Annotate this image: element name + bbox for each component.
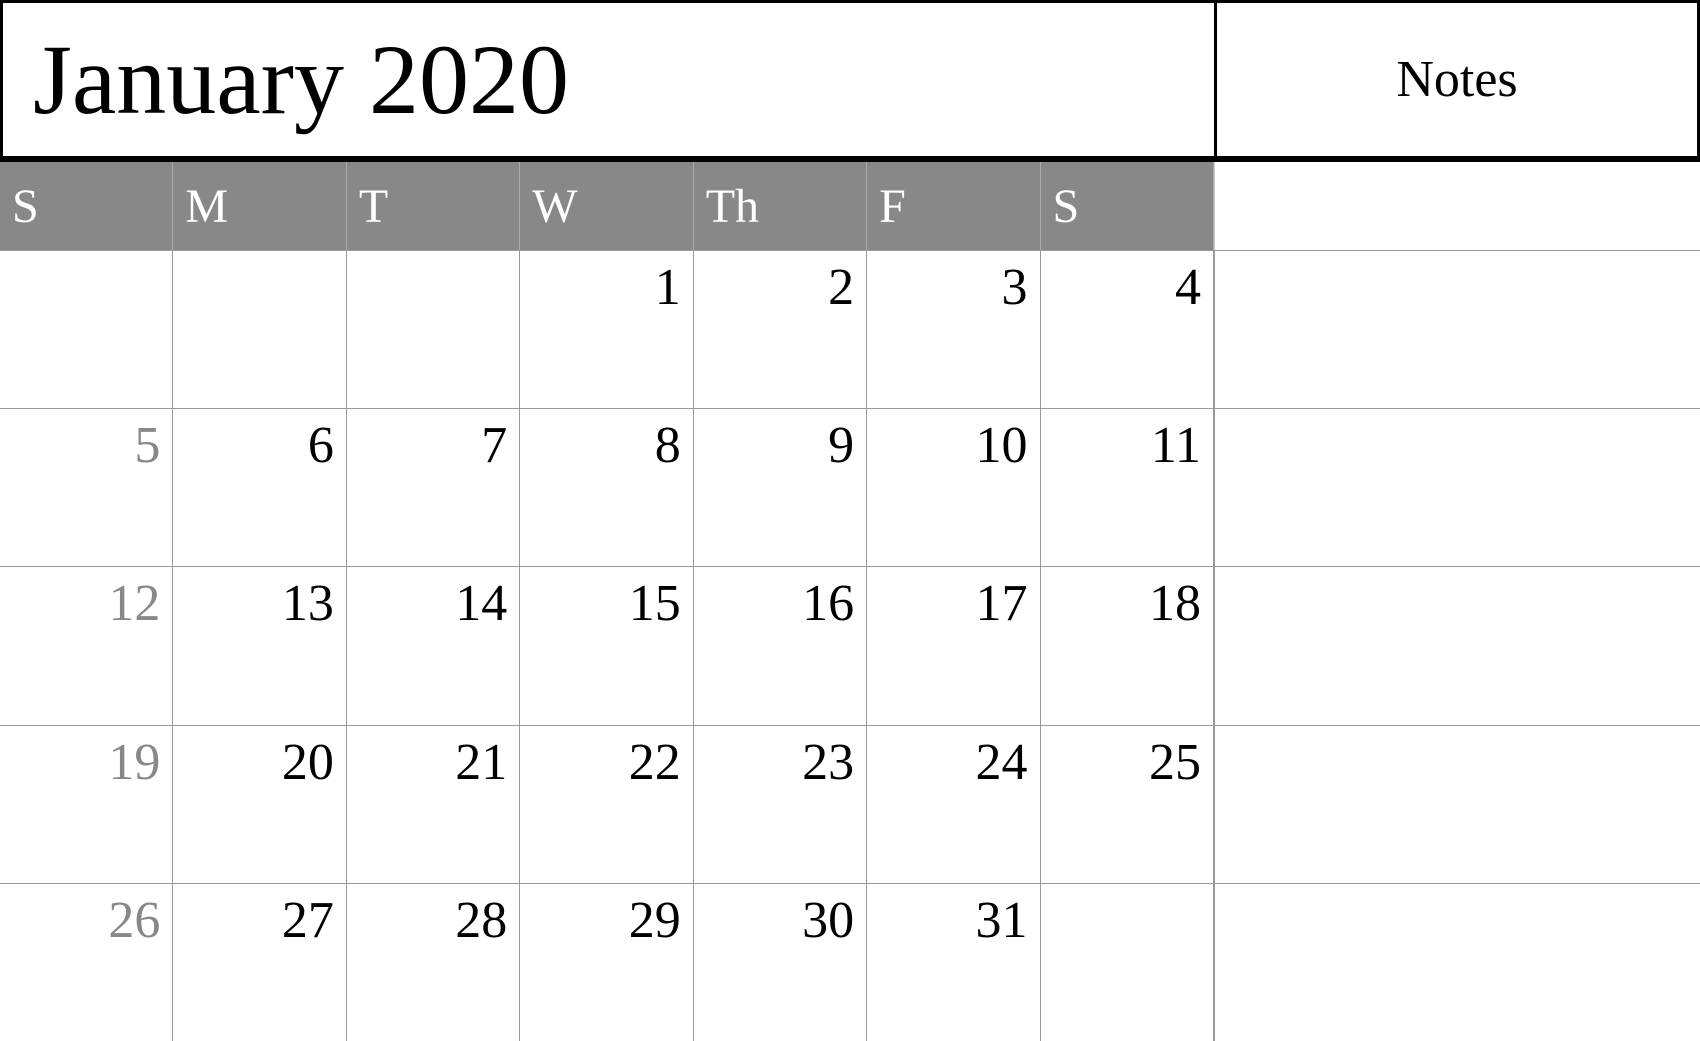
- day-number: 21: [455, 734, 507, 791]
- day-cell-w3-d4[interactable]: 15: [520, 567, 693, 724]
- day-number: 24: [976, 734, 1028, 791]
- day-number: 11: [1151, 417, 1201, 474]
- day-cell-w1-d7[interactable]: 4: [1041, 251, 1214, 408]
- month-title-cell: January 2020: [0, 0, 1214, 159]
- day-cell-w1-d6[interactable]: 3: [867, 251, 1040, 408]
- week-row-5: 26 27 28 29 30 31: [0, 883, 1700, 1041]
- day-cell-w5-d5[interactable]: 30: [694, 884, 867, 1041]
- day-number: 26: [108, 892, 160, 949]
- day-cell-w4-d7[interactable]: 25: [1041, 726, 1214, 883]
- day-cell-w2-d5[interactable]: 9: [694, 409, 867, 566]
- day-number: 28: [455, 892, 507, 949]
- day-cell-w4-d5[interactable]: 23: [694, 726, 867, 883]
- day-header-sat: S: [1041, 162, 1214, 250]
- day-cell-w4-d2[interactable]: 20: [173, 726, 346, 883]
- day-cell-w1-d4[interactable]: 1: [520, 251, 693, 408]
- day-cell-w5-d4[interactable]: 29: [520, 884, 693, 1041]
- day-cell-w4-d1[interactable]: 19: [0, 726, 173, 883]
- day-cell-w3-d1[interactable]: 12: [0, 567, 173, 724]
- day-header-thu: Th: [694, 162, 867, 250]
- day-number: 31: [976, 892, 1028, 949]
- week-row-3: 12 13 14 15 16 17 18: [0, 566, 1700, 724]
- day-number: 14: [455, 575, 507, 632]
- day-number: 1: [655, 259, 681, 316]
- day-number: 15: [629, 575, 681, 632]
- day-number: 25: [1149, 734, 1201, 791]
- day-cell-w5-d6[interactable]: 31: [867, 884, 1040, 1041]
- day-number: 27: [282, 892, 334, 949]
- day-number: 19: [108, 734, 160, 791]
- week-row-4: 19 20 21 22 23 24 25: [0, 725, 1700, 883]
- day-cell-w5-d1[interactable]: 26: [0, 884, 173, 1041]
- day-number: 20: [282, 734, 334, 791]
- day-number: 17: [976, 575, 1028, 632]
- notes-header-spacer: [1214, 162, 1700, 250]
- day-cell-w3-d2[interactable]: 13: [173, 567, 346, 724]
- day-cell-w5-d2[interactable]: 27: [173, 884, 346, 1041]
- day-cell-w2-d7[interactable]: 11: [1041, 409, 1214, 566]
- day-header-fri: F: [867, 162, 1040, 250]
- day-number: 10: [976, 417, 1028, 474]
- day-number: 8: [655, 417, 681, 474]
- day-cell-w4-d3[interactable]: 21: [347, 726, 520, 883]
- day-cell-w4-d4[interactable]: 22: [520, 726, 693, 883]
- notes-cell: Notes: [1214, 0, 1700, 159]
- calendar-body: 1234567891011121314151617181920212223242…: [0, 250, 1700, 1041]
- day-cell-w2-d6[interactable]: 10: [867, 409, 1040, 566]
- day-number: 9: [828, 417, 854, 474]
- day-cell-w2-d3[interactable]: 7: [347, 409, 520, 566]
- day-number: 4: [1175, 259, 1201, 316]
- day-cell-w2-d2[interactable]: 6: [173, 409, 346, 566]
- day-number: 3: [1002, 259, 1028, 316]
- day-cell-w3-d7[interactable]: 18: [1041, 567, 1214, 724]
- notes-week-cell-1[interactable]: [1214, 251, 1700, 408]
- header-row: January 2020 Notes: [0, 0, 1700, 162]
- day-header-tue: T: [347, 162, 520, 250]
- notes-week-cell-4[interactable]: [1214, 726, 1700, 883]
- day-cell-w3-d3[interactable]: 14: [347, 567, 520, 724]
- day-number: 29: [629, 892, 681, 949]
- week-row-1: 1 2 3 4: [0, 250, 1700, 408]
- day-number: 2: [828, 259, 854, 316]
- day-cell-w1-d5[interactable]: 2: [694, 251, 867, 408]
- notes-week-cell-3[interactable]: [1214, 567, 1700, 724]
- notes-week-cell-2[interactable]: [1214, 409, 1700, 566]
- day-cell-w5-d3[interactable]: 28: [347, 884, 520, 1041]
- day-number: 22: [629, 734, 681, 791]
- day-cell-w3-d6[interactable]: 17: [867, 567, 1040, 724]
- month-title: January 2020: [33, 30, 569, 130]
- day-cell-w3-d5[interactable]: 16: [694, 567, 867, 724]
- day-number: 5: [134, 417, 160, 474]
- day-number: 16: [802, 575, 854, 632]
- day-number: 30: [802, 892, 854, 949]
- day-number: 18: [1149, 575, 1201, 632]
- notes-week-cell-5[interactable]: [1214, 884, 1700, 1041]
- day-cell-w4-d6[interactable]: 24: [867, 726, 1040, 883]
- day-cell-w1-d2[interactable]: [173, 251, 346, 408]
- week-row-2: 5 6 7 8 9 10 11: [0, 408, 1700, 566]
- day-header-mon: M: [173, 162, 346, 250]
- day-cell-w1-d3[interactable]: [347, 251, 520, 408]
- day-number: 13: [282, 575, 334, 632]
- days-header-row: S M T W Th F S: [0, 162, 1700, 250]
- day-cell-w1-d1[interactable]: [0, 251, 173, 408]
- day-header-sun: S: [0, 162, 173, 250]
- day-number: 23: [802, 734, 854, 791]
- day-cell-w2-d1[interactable]: 5: [0, 409, 173, 566]
- day-number: 7: [481, 417, 507, 474]
- calendar-container: January 2020 Notes S M T W Th F S 123456: [0, 0, 1700, 1041]
- day-cell-w2-d4[interactable]: 8: [520, 409, 693, 566]
- notes-label: Notes: [1396, 50, 1517, 109]
- day-cell-w5-d7[interactable]: [1041, 884, 1214, 1041]
- day-number: 12: [108, 575, 160, 632]
- day-header-wed: W: [520, 162, 693, 250]
- day-number: 6: [308, 417, 334, 474]
